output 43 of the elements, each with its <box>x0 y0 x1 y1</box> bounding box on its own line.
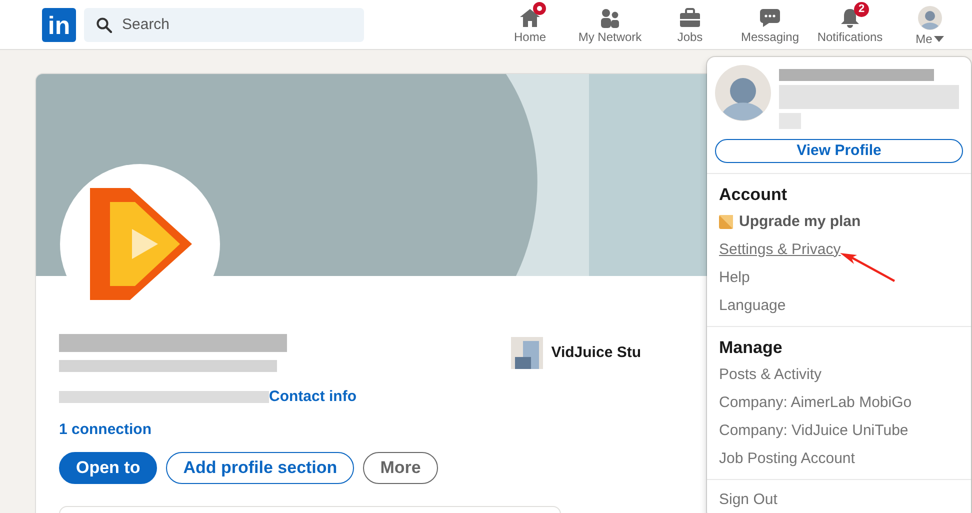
premium-square-icon <box>719 215 733 229</box>
notification-badge: 2 <box>854 2 869 17</box>
home-icon <box>519 8 541 28</box>
nav-item[interactable]: Home <box>490 0 570 49</box>
menu-link[interactable]: Settings & Privacy <box>719 238 841 262</box>
menu-link[interactable]: Job Posting Account <box>719 448 855 470</box>
logo[interactable]: in <box>42 8 76 42</box>
contact-info-link[interactable]: Contact info <box>269 386 356 408</box>
nav-item[interactable]: 2 Notifications <box>810 0 890 49</box>
nav-label: Home <box>514 29 546 45</box>
menu-link[interactable]: Upgrade my plan <box>739 210 861 234</box>
menu-link[interactable]: Company: AimerLab MobiGo <box>719 392 912 414</box>
avatar-icon <box>715 65 771 121</box>
search-field[interactable]: Search <box>84 8 364 42</box>
nav-item[interactable]: Messaging <box>730 0 810 49</box>
sign-out-link[interactable]: Sign Out <box>719 491 778 508</box>
menu-link[interactable]: Posts & Activity <box>719 364 822 386</box>
nav-label: Messaging <box>740 29 800 45</box>
nav-label: My Network <box>578 29 642 45</box>
menu-section-heading: Account <box>719 184 788 206</box>
nav-item[interactable]: Jobs <box>650 0 730 49</box>
nav-label: Jobs <box>677 29 703 45</box>
avatar-icon <box>918 6 942 30</box>
profile-action-button[interactable]: More <box>363 452 438 484</box>
menu-link[interactable]: Language <box>719 294 786 318</box>
redacted-text-block <box>779 113 801 129</box>
nav-label: Notifications <box>817 29 883 45</box>
menu-section-heading: Manage <box>719 337 784 359</box>
briefcase-icon <box>679 8 701 28</box>
menu-link[interactable]: Help <box>719 266 750 290</box>
view-profile-button[interactable]: View Profile <box>715 139 963 163</box>
chat-bubble-icon <box>759 8 781 28</box>
menu-link[interactable]: Company: VidJuice UniTube <box>719 420 908 442</box>
company-logo-icon <box>511 337 544 369</box>
search-icon <box>96 16 112 32</box>
nav-item[interactable]: My Network <box>570 0 650 49</box>
nav-label: Me <box>916 31 932 47</box>
profile-action-button[interactable]: Open to <box>59 452 158 484</box>
profile-action-button[interactable]: Add profile section <box>166 452 354 484</box>
caret-icon <box>934 36 944 42</box>
nav-item[interactable]: Me <box>890 0 970 49</box>
company-name: VidJuice Stu <box>551 342 641 363</box>
people-icon <box>599 8 621 28</box>
